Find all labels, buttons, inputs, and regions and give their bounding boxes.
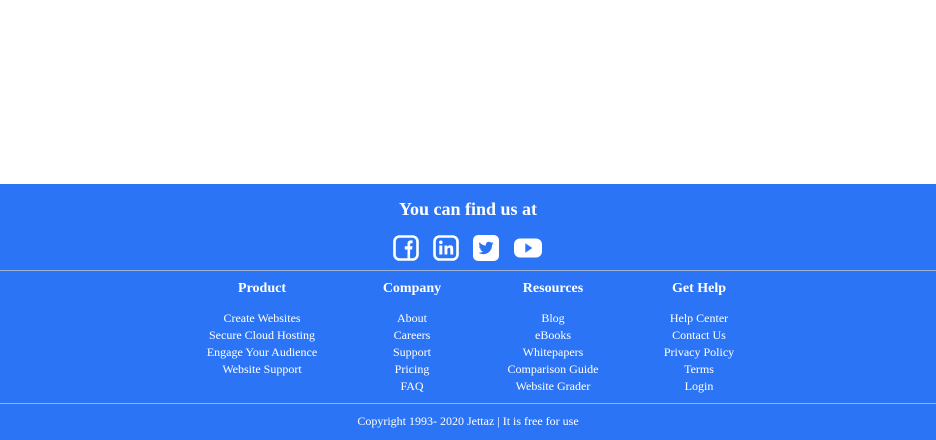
linkedin-icon[interactable]	[433, 235, 459, 261]
footer-divider	[0, 270, 936, 271]
footer-link-login[interactable]: Login	[609, 378, 789, 395]
footer-link-privacy-policy[interactable]: Privacy Policy	[609, 344, 789, 361]
youtube-icon[interactable]	[513, 235, 543, 261]
footer-column-get-help: Get Help Help Center Contact Us Privacy …	[609, 279, 789, 395]
social-links	[0, 235, 936, 261]
find-us-heading: You can find us at	[398, 199, 538, 219]
footer-link-terms[interactable]: Terms	[609, 361, 789, 378]
twitter-icon[interactable]	[473, 235, 499, 261]
site-footer: You can find us at Product Create Websit…	[0, 184, 936, 440]
page-content-blank	[0, 0, 936, 184]
footer-divider	[0, 403, 936, 404]
copyright-text: Copyright 1993- 2020 Jettaz | It is free…	[357, 414, 579, 428]
footer-link-help-center[interactable]: Help Center	[609, 310, 789, 327]
column-title: Get Help	[671, 281, 727, 296]
footer-link-contact-us[interactable]: Contact Us	[609, 327, 789, 344]
facebook-icon[interactable]	[393, 235, 419, 261]
